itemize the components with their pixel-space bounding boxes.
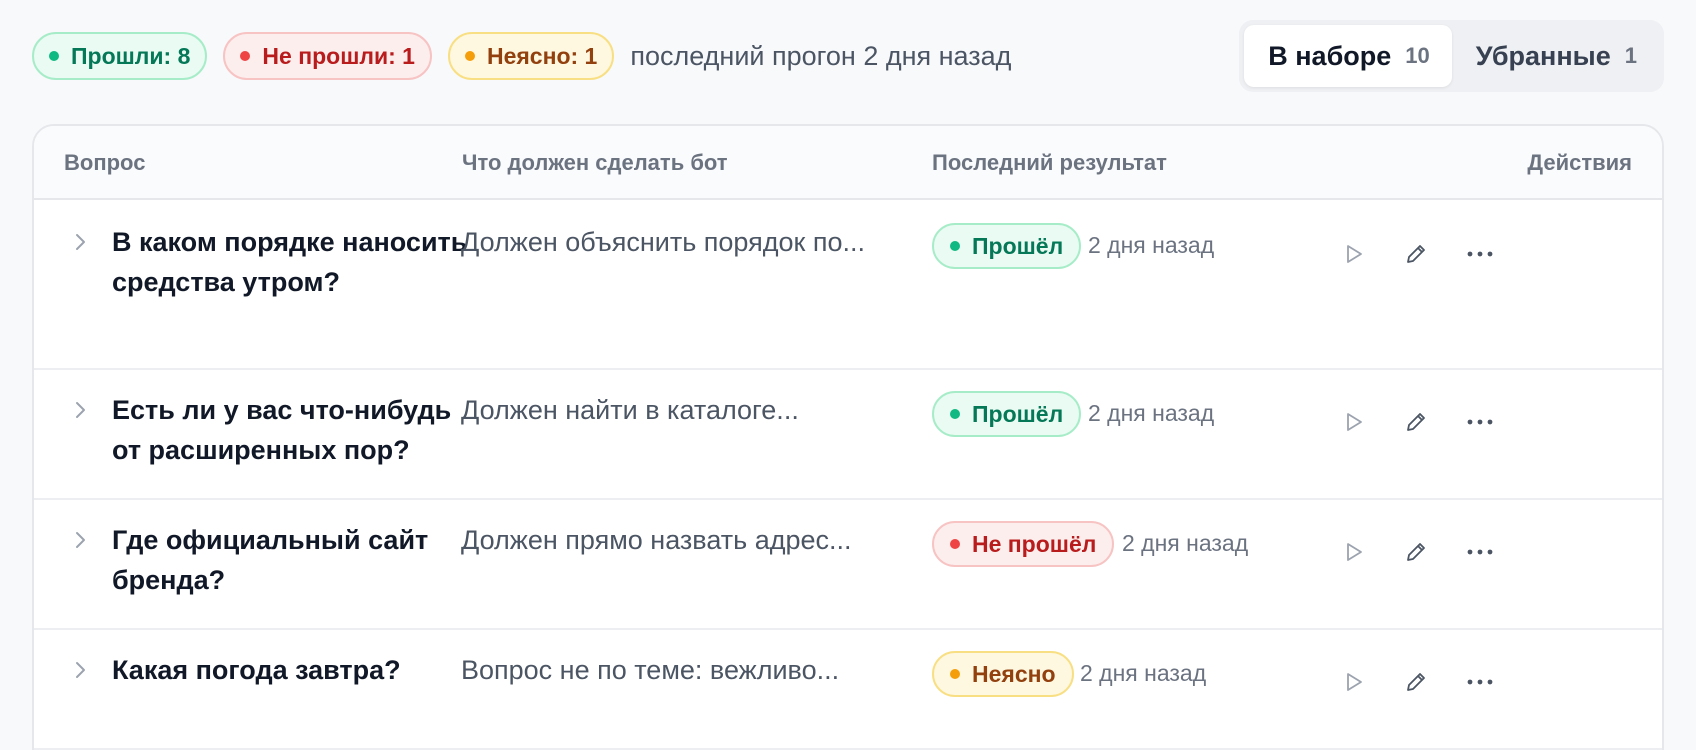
expected-text: Должен прямо назвать адрес... [461,525,852,555]
question-text: Какая погода завтра? [112,655,401,685]
status-dot-icon [950,669,960,679]
more-horizontal-icon[interactable] [1460,234,1500,274]
question-text: В каком порядке наносить средства утром? [112,227,468,297]
table-row[interactable]: Есть ли у вас что-нибудь от расширенных … [34,370,1662,500]
result-time: 2 дня назад [1088,400,1215,426]
chevron-right-icon[interactable] [70,530,90,550]
segment-count: 1 [1624,43,1637,68]
status-label: Неясно [972,660,1056,687]
passed-count-label: Прошли: 8 [71,42,191,69]
pencil-icon[interactable] [1396,532,1436,572]
fail-dot-icon [240,51,251,61]
set-segmented-control: В наборе 10 Убранные 1 [1239,20,1664,92]
chevron-right-icon[interactable] [70,232,90,252]
result-time: 2 дня назад [1088,232,1215,258]
table-header: Вопрос Что должен сделать бот Последний … [34,126,1662,200]
more-horizontal-icon[interactable] [1460,662,1500,702]
unclear-dot-icon [464,51,475,61]
result-time: 2 дня назад [1122,530,1249,556]
expected-text: Вопрос не по теме: вежливо... [461,655,840,685]
table-row[interactable]: Какая погода завтра? Вопрос не по теме: … [34,630,1662,750]
failed-count-label: Не прошли: 1 [262,42,415,69]
column-header-expected: Что должен сделать бот [462,150,728,175]
column-header-actions: Действия [1527,150,1632,175]
failed-filter-pill[interactable]: Не прошли: 1 [223,32,432,80]
status-label: Не прошёл [972,530,1097,557]
status-label: Прошёл [972,400,1064,427]
play-icon[interactable] [1334,662,1374,702]
pencil-icon[interactable] [1396,662,1436,702]
status-badge: Не прошёл [932,521,1115,567]
status-badge: Прошёл [932,391,1082,437]
question-text: Где официальный сайт бренда? [112,525,429,595]
more-horizontal-icon[interactable] [1460,402,1500,442]
unclear-filter-pill[interactable]: Неясно: 1 [447,32,615,80]
expected-text: Должен найти в каталоге... [461,395,799,425]
play-icon[interactable] [1334,234,1374,274]
segment-label: Убранные [1475,40,1611,71]
play-icon[interactable] [1334,402,1374,442]
questions-table: Вопрос Что должен сделать бот Последний … [32,124,1664,750]
pencil-icon[interactable] [1396,234,1436,274]
unclear-count-label: Неясно: 1 [486,42,598,69]
chevron-right-icon[interactable] [70,400,90,420]
segment-count: 10 [1405,43,1430,68]
chevron-right-icon[interactable] [70,660,90,680]
column-header-question: Вопрос [64,150,146,175]
status-dot-icon [950,539,960,549]
question-text: Есть ли у вас что-нибудь от расширенных … [112,395,452,465]
table-row[interactable]: В каком порядке наносить средства утром?… [34,200,1662,370]
passed-filter-pill[interactable]: Прошли: 8 [32,32,208,80]
table-row[interactable]: Где официальный сайт бренда? Должен прям… [34,500,1662,630]
result-time: 2 дня назад [1080,660,1207,686]
segment-removed[interactable]: Убранные 1 [1452,25,1659,87]
status-label: Прошёл [972,232,1064,259]
pencil-icon[interactable] [1396,402,1436,442]
status-badge: Неясно [932,651,1074,697]
expected-text: Должен объяснить порядок по... [461,227,865,257]
more-horizontal-icon[interactable] [1460,532,1500,572]
segment-in-set[interactable]: В наборе 10 [1244,25,1452,87]
status-badge: Прошёл [932,223,1082,269]
last-run-text: последний прогон 2 дня назад [630,40,1012,71]
pass-dot-icon [49,51,59,61]
column-header-last-result: Последний результат [932,150,1167,175]
segment-label: В наборе [1268,40,1392,71]
status-dot-icon [950,241,960,251]
status-dot-icon [950,409,960,419]
play-icon[interactable] [1334,532,1374,572]
